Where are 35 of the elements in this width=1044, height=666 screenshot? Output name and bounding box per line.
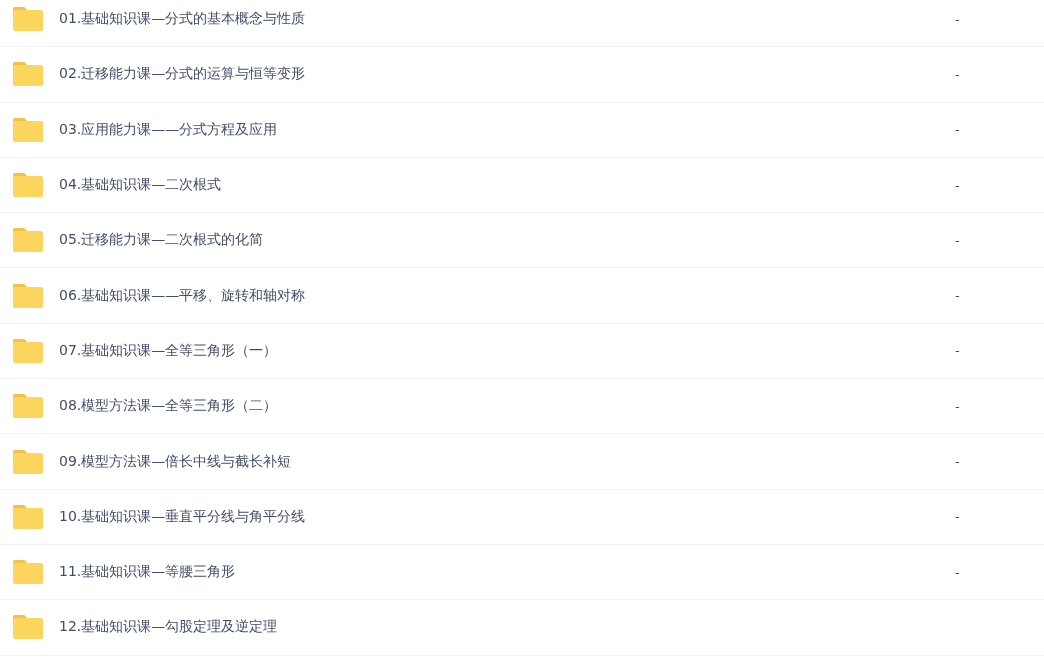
file-size: - xyxy=(955,509,960,525)
folder-icon xyxy=(12,614,44,641)
file-size: - xyxy=(955,122,960,138)
folder-name[interactable]: 11.基础知识课—等腰三角形 xyxy=(59,563,236,582)
folder-name[interactable]: 02.迁移能力课—分式的运算与恒等变形 xyxy=(59,65,306,84)
folder-icon xyxy=(12,227,44,254)
folder-name[interactable]: 08.模型方法课—全等三角形（二） xyxy=(59,397,278,416)
folder-name[interactable]: 01.基础知识课—分式的基本概念与性质 xyxy=(59,10,306,29)
folder-icon xyxy=(12,6,44,33)
folder-name[interactable]: 07.基础知识课—全等三角形（一） xyxy=(59,341,278,360)
folder-icon xyxy=(12,172,44,199)
folder-name[interactable]: 10.基础知识课—垂直平分线与角平分线 xyxy=(59,507,306,526)
folder-name[interactable]: 03.应用能力课——分式方程及应用 xyxy=(59,120,278,139)
folder-name[interactable]: 04.基础知识课—二次根式 xyxy=(59,176,222,195)
file-size: - xyxy=(955,232,960,248)
file-size: - xyxy=(955,11,960,27)
folder-icon xyxy=(12,337,44,364)
file-size: - xyxy=(955,288,960,304)
folder-icon xyxy=(12,559,44,586)
file-size: - xyxy=(955,564,960,580)
folder-name[interactable]: 05.迁移能力课—二次根式的化简 xyxy=(59,231,264,250)
folder-icon xyxy=(12,503,44,530)
folder-name[interactable]: 06.基础知识课——平移、旋转和轴对称 xyxy=(59,286,306,305)
folder-icon xyxy=(12,116,44,143)
folder-icon xyxy=(12,448,44,475)
file-size: - xyxy=(955,398,960,414)
folder-icon xyxy=(12,282,44,309)
file-size: - xyxy=(955,177,960,193)
file-size: - xyxy=(955,66,960,82)
file-size: - xyxy=(955,454,960,469)
folder-icon xyxy=(12,393,44,420)
folder-icon xyxy=(12,61,44,88)
file-size: - xyxy=(955,343,960,359)
folder-name[interactable]: 09.模型方法课—倍长中线与截长补短 xyxy=(59,452,292,471)
folder-name[interactable]: 12.基础知识课—勾股定理及逆定理 xyxy=(59,618,278,637)
